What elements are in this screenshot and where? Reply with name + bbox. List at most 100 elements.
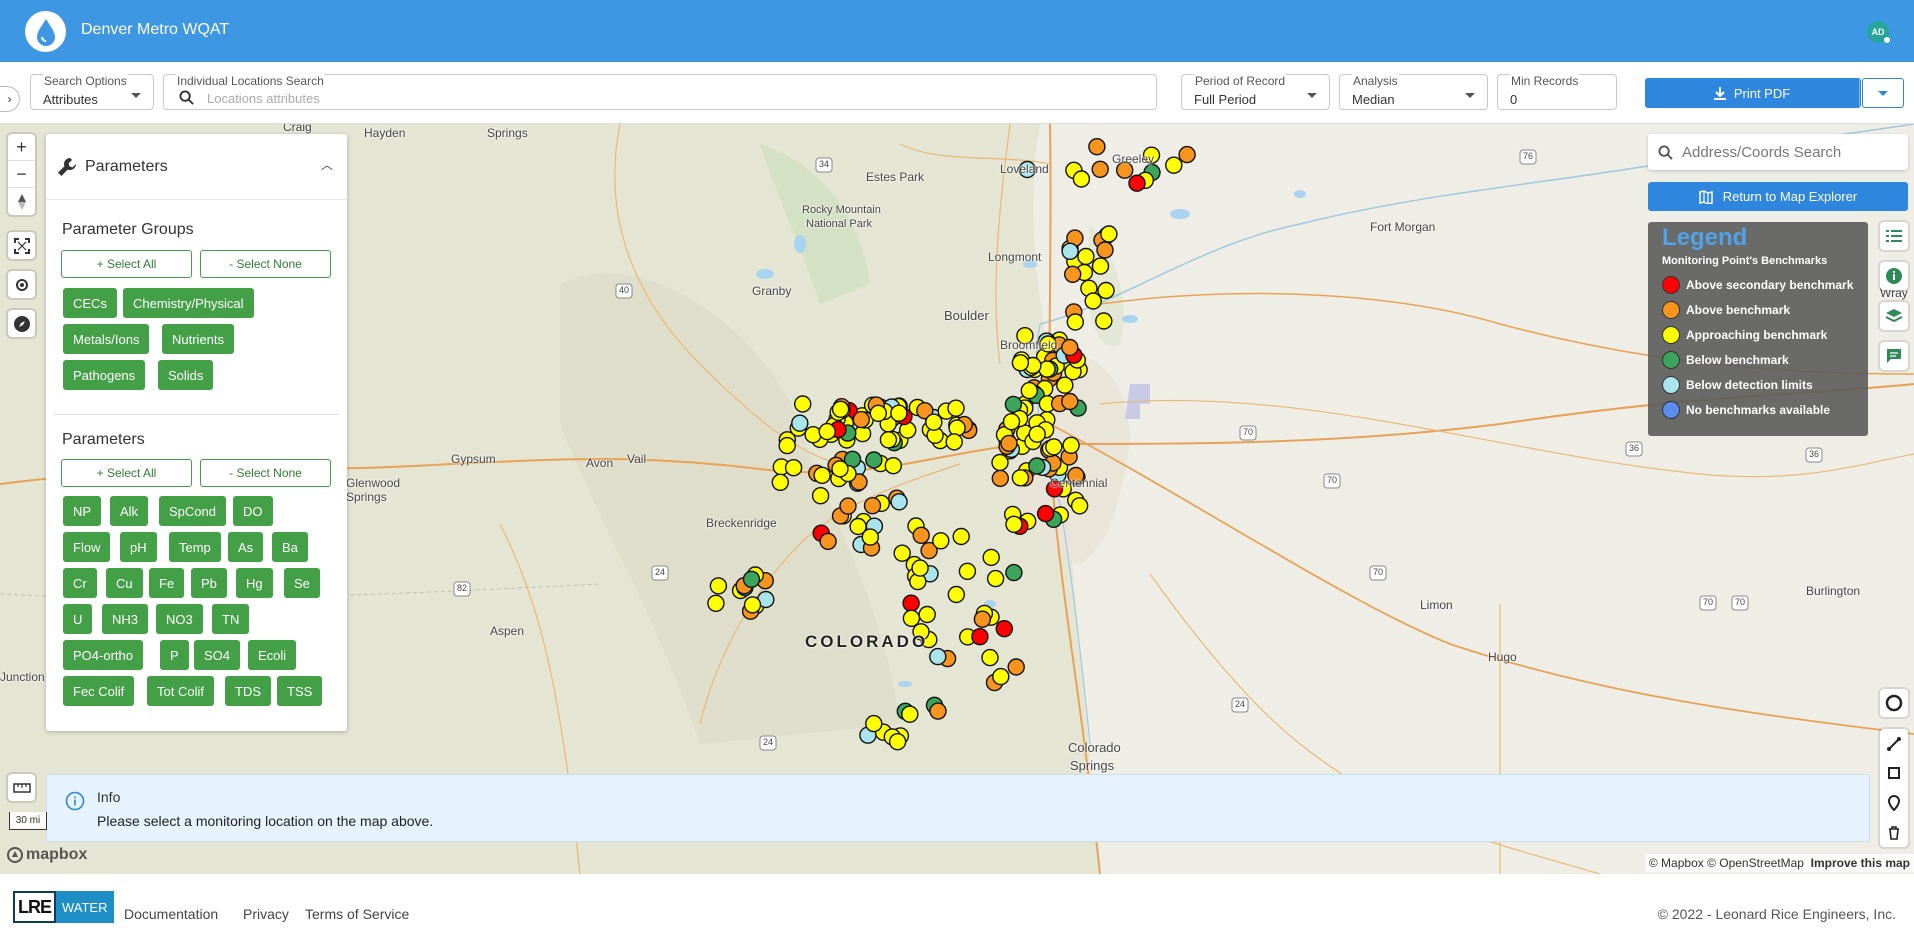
measure-button[interactable] <box>8 774 35 801</box>
zoom-out-button[interactable]: − <box>8 161 35 188</box>
param-chip[interactable]: NH3 <box>102 604 149 634</box>
fullscreen-button[interactable] <box>8 232 35 259</box>
monitoring-point-marker[interactable] <box>1028 425 1046 443</box>
monitoring-point-marker[interactable] <box>839 497 857 515</box>
group-chip-metals-ions[interactable]: Metals/Ions <box>63 324 150 354</box>
monitoring-point-marker[interactable] <box>947 399 965 417</box>
monitoring-point-marker[interactable] <box>1011 354 1030 372</box>
layers-button[interactable] <box>1880 302 1908 330</box>
monitoring-point-marker[interactable] <box>991 469 1009 488</box>
monitoring-point-marker[interactable] <box>743 596 762 614</box>
monitoring-point-marker[interactable] <box>1178 145 1196 164</box>
monitoring-point-marker[interactable] <box>1097 281 1115 300</box>
monitoring-point-marker[interactable] <box>1005 515 1023 533</box>
monitoring-point-marker[interactable] <box>707 594 725 612</box>
monitoring-point-marker[interactable] <box>869 404 887 422</box>
min-records-value[interactable]: 0 <box>1510 92 1517 107</box>
param-chip[interactable]: U <box>63 604 93 634</box>
monitoring-point-marker[interactable] <box>1011 469 1030 487</box>
monitoring-point-marker[interactable] <box>901 705 919 723</box>
monitoring-point-marker[interactable] <box>945 433 963 451</box>
parameters-panel-header[interactable]: Parameters ︿ <box>46 134 347 200</box>
monitoring-point-marker[interactable] <box>947 585 965 604</box>
period-of-record-select[interactable]: Period of Record Full Period <box>1181 74 1330 110</box>
monitoring-point-marker[interactable] <box>884 457 902 475</box>
group-chip-solids[interactable]: Solids <box>158 360 214 390</box>
monitoring-point-marker[interactable] <box>902 609 921 627</box>
geolocate-button[interactable] <box>8 271 35 298</box>
monitoring-point-marker[interactable] <box>925 413 943 431</box>
monitoring-point-marker[interactable] <box>1061 338 1079 357</box>
chevron-up-icon[interactable]: ︿ <box>321 156 333 173</box>
monitoring-point-marker[interactable] <box>1091 160 1109 178</box>
monitoring-point-marker[interactable] <box>1084 292 1102 310</box>
monitoring-point-marker[interactable] <box>791 414 809 432</box>
lre-water-logo[interactable]: LRE WATER <box>13 891 114 923</box>
attribution-text[interactable]: © Mapbox © OpenStreetMap <box>1649 856 1804 870</box>
compass-button[interactable] <box>8 310 35 337</box>
drawer-toggle-button[interactable]: › <box>0 86 20 112</box>
monitoring-point-marker[interactable] <box>986 569 1005 588</box>
group-chip-nutrients[interactable]: Nutrients <box>162 324 235 354</box>
monitoring-point-marker[interactable] <box>1070 497 1089 515</box>
monitoring-point-marker[interactable] <box>1165 156 1183 174</box>
monitoring-point-marker[interactable] <box>929 647 947 666</box>
draw-line-icon[interactable] <box>1887 736 1901 751</box>
draw-polygon-icon[interactable] <box>1887 766 1901 780</box>
improve-map-link[interactable]: Improve this map <box>1811 856 1910 870</box>
group-chip-cecs[interactable]: CECs <box>63 288 117 318</box>
param-chip[interactable]: SpCond <box>159 496 226 526</box>
monitoring-point-marker[interactable] <box>771 473 789 491</box>
monitoring-point-marker[interactable] <box>890 404 908 422</box>
monitoring-point-marker[interactable] <box>1007 658 1025 676</box>
param-chip[interactable]: Fe <box>149 568 185 598</box>
feedback-button[interactable] <box>1880 342 1908 370</box>
monitoring-point-marker[interactable] <box>1045 438 1063 456</box>
groups-select-all-button[interactable]: + Select All <box>61 250 192 278</box>
monitoring-point-marker[interactable] <box>1056 376 1074 394</box>
info-button[interactable] <box>1880 262 1908 290</box>
monitoring-point-marker[interactable] <box>971 628 989 646</box>
monitoring-point-marker[interactable] <box>1128 174 1146 192</box>
monitoring-point-marker[interactable] <box>1077 247 1095 266</box>
monitoring-point-marker[interactable] <box>981 648 999 667</box>
monitoring-point-marker[interactable] <box>784 459 803 477</box>
param-chip[interactable]: PO4-ortho <box>63 640 143 670</box>
param-chip[interactable]: Ba <box>272 532 308 562</box>
param-chip[interactable]: Pb <box>191 568 227 598</box>
monitoring-point-marker[interactable] <box>1061 392 1079 411</box>
param-chip[interactable]: As <box>228 532 264 562</box>
monitoring-point-marker[interactable] <box>1061 242 1079 261</box>
monitoring-point-marker[interactable] <box>1036 504 1055 523</box>
monitoring-point-marker[interactable] <box>709 577 728 595</box>
param-chip[interactable]: Ecoli <box>248 640 297 670</box>
monitoring-point-marker[interactable] <box>958 562 977 580</box>
trash-icon[interactable] <box>1888 825 1900 840</box>
monitoring-point-marker[interactable] <box>831 400 850 418</box>
monitoring-point-marker[interactable] <box>1063 265 1082 284</box>
monitoring-point-marker[interactable] <box>865 714 883 733</box>
monitoring-point-marker[interactable] <box>1020 381 1039 400</box>
draw-point-icon[interactable] <box>1888 794 1900 811</box>
monitoring-point-marker[interactable] <box>813 466 831 484</box>
compass-reset-button[interactable] <box>8 188 35 215</box>
monitoring-point-marker[interactable] <box>865 451 883 469</box>
documentation-link[interactable]: Documentation <box>124 906 218 922</box>
param-chip[interactable]: Flow <box>63 532 111 562</box>
param-chip[interactable]: Se <box>284 568 320 598</box>
monitoring-point-marker[interactable] <box>852 410 870 429</box>
water-drop-logo-icon[interactable] <box>25 11 66 52</box>
monitoring-point-marker[interactable] <box>1000 434 1018 453</box>
monitoring-point-marker[interactable] <box>888 733 907 751</box>
monitoring-point-marker[interactable] <box>1095 312 1113 330</box>
param-chip[interactable]: Cr <box>63 568 97 598</box>
monitoring-point-marker[interactable] <box>804 426 822 444</box>
monitoring-point-marker[interactable] <box>1005 563 1023 582</box>
param-chip[interactable]: TSS <box>277 676 323 706</box>
param-chip[interactable]: pH <box>120 532 157 562</box>
monitoring-point-marker[interactable] <box>794 395 812 413</box>
monitoring-point-marker[interactable] <box>918 605 936 624</box>
monitoring-point-marker[interactable] <box>1100 225 1118 243</box>
monitoring-point-marker[interactable] <box>995 620 1013 638</box>
draw-circle-button[interactable] <box>1880 689 1908 717</box>
